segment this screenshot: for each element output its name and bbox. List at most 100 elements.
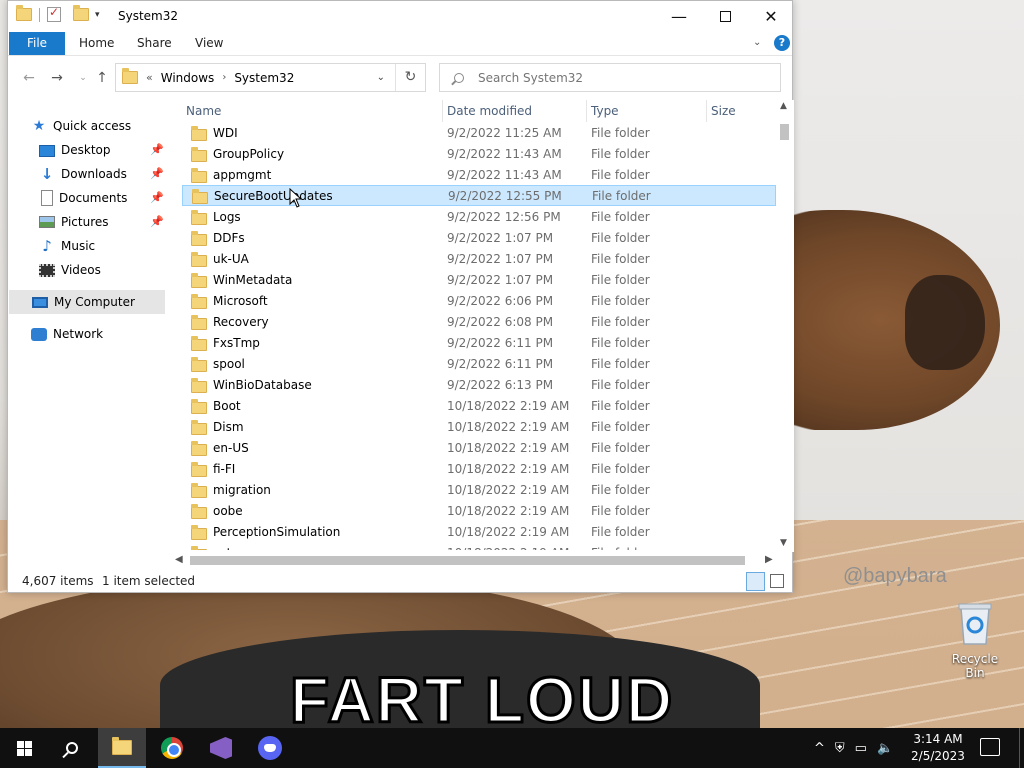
sidebar-item-desktop[interactable]: Desktop 📌 bbox=[39, 138, 164, 162]
window-title: System32 bbox=[118, 9, 179, 23]
sidebar-item-videos[interactable]: Videos bbox=[39, 258, 164, 282]
tab-home[interactable]: Home bbox=[79, 32, 114, 55]
volume-icon[interactable]: 🔈 bbox=[877, 741, 893, 756]
up-button[interactable]: ↑ bbox=[93, 69, 111, 87]
table-row[interactable]: fi-FI 10/18/2022 2:19 AM File folder bbox=[182, 458, 776, 479]
show-desktop-button[interactable] bbox=[1019, 728, 1024, 768]
table-row[interactable]: DDFs 9/2/2022 1:07 PM File folder bbox=[182, 227, 776, 248]
pin-icon[interactable]: 📌 bbox=[150, 191, 164, 204]
column-header-name[interactable]: Name bbox=[186, 104, 221, 118]
tab-view[interactable]: View bbox=[195, 32, 223, 55]
close-icon: ✕ bbox=[764, 7, 778, 26]
expand-ribbon-icon[interactable]: ⌄ bbox=[753, 37, 761, 48]
table-row[interactable]: appmgmt 9/2/2022 11:43 AM File folder bbox=[182, 164, 776, 185]
table-row[interactable]: Dism 10/18/2022 2:19 AM File folder bbox=[182, 416, 776, 437]
search-box[interactable] bbox=[439, 63, 781, 92]
taskbar-search-button[interactable] bbox=[48, 728, 96, 768]
taskbar-discord[interactable] bbox=[246, 728, 294, 768]
tab-file[interactable]: File bbox=[9, 32, 65, 55]
pin-icon[interactable]: 📌 bbox=[150, 143, 164, 156]
file-type: File folder bbox=[591, 125, 650, 140]
close-button[interactable]: ✕ bbox=[748, 1, 794, 32]
table-row[interactable]: Recovery 9/2/2022 6:08 PM File folder bbox=[182, 311, 776, 332]
scrollbar-thumb[interactable] bbox=[780, 124, 789, 140]
table-row[interactable]: en-US 10/18/2022 2:19 AM File folder bbox=[182, 437, 776, 458]
help-button[interactable]: ? bbox=[774, 35, 790, 51]
table-row[interactable]: PerceptionSimulation 10/18/2022 2:19 AM Fi… bbox=[182, 521, 776, 542]
minimize-button[interactable]: — bbox=[656, 1, 702, 32]
table-row[interactable]: Microsoft 9/2/2022 6:06 PM File folder bbox=[182, 290, 776, 311]
table-row[interactable]: spool 9/2/2022 6:11 PM File folder bbox=[182, 353, 776, 374]
table-row[interactable]: Boot 10/18/2022 2:19 AM File folder bbox=[182, 395, 776, 416]
sidebar-item-downloads[interactable]: ↓ Downloads 📌 bbox=[39, 162, 164, 186]
address-bar[interactable]: « Windows › System32 ⌄ ↻ bbox=[115, 63, 426, 92]
show-hidden-icons-icon[interactable]: ^ bbox=[814, 741, 825, 756]
search-input[interactable] bbox=[478, 70, 758, 85]
scroll-right-icon[interactable]: ▶ bbox=[765, 554, 773, 565]
details-view-icon[interactable] bbox=[746, 572, 765, 591]
sidebar-item-network[interactable]: Network bbox=[31, 322, 187, 346]
table-row[interactable]: WinBioDatabase 9/2/2022 6:13 PM File folde… bbox=[182, 374, 776, 395]
scroll-down-icon[interactable]: ▼ bbox=[780, 538, 787, 548]
table-row[interactable]: Logs 9/2/2022 12:56 PM File folder bbox=[182, 206, 776, 227]
back-button[interactable]: ← bbox=[20, 69, 38, 87]
large-icons-view-icon[interactable] bbox=[770, 574, 784, 588]
breadcrumb-overflow[interactable]: « bbox=[146, 71, 153, 84]
scrollbar-thumb[interactable] bbox=[190, 556, 745, 565]
recent-locations-icon[interactable]: ⌄ bbox=[74, 69, 92, 87]
file-date: 10/18/2022 2:19 AM bbox=[447, 398, 570, 413]
table-row[interactable]: GroupPolicy 9/2/2022 11:43 AM File folder bbox=[182, 143, 776, 164]
taskbar-file-explorer[interactable] bbox=[98, 728, 146, 768]
table-row[interactable]: SecureBootUpdates 9/2/2022 12:55 PM File f… bbox=[182, 185, 776, 206]
breadcrumb-windows[interactable]: Windows bbox=[161, 71, 215, 85]
network-tray-icon[interactable]: ▭ bbox=[855, 741, 867, 756]
sidebar-item-pictures[interactable]: Pictures 📌 bbox=[39, 210, 164, 234]
taskbar-chrome[interactable] bbox=[148, 728, 196, 768]
column-divider[interactable] bbox=[442, 100, 443, 122]
notification-icon[interactable] bbox=[980, 738, 1000, 756]
recycle-bin-shortcut[interactable]: Recycle Bin bbox=[942, 600, 1008, 680]
properties-icon[interactable] bbox=[47, 5, 61, 22]
clock[interactable]: 3:14 AM 2/5/2023 bbox=[906, 731, 970, 765]
customize-toolbar-icon[interactable]: ▾ bbox=[95, 10, 100, 20]
table-row[interactable]: FxsTmp 9/2/2022 6:11 PM File folder bbox=[182, 332, 776, 353]
table-row[interactable]: WinMetadata 9/2/2022 1:07 PM File folder bbox=[182, 269, 776, 290]
pin-icon[interactable]: 📌 bbox=[150, 215, 164, 228]
pin-icon[interactable]: 📌 bbox=[150, 167, 164, 180]
column-header-date[interactable]: Date modified bbox=[447, 104, 532, 118]
column-header-size[interactable]: Size bbox=[711, 104, 736, 118]
file-name: Dism bbox=[213, 419, 244, 434]
column-header-type[interactable]: Type bbox=[591, 104, 619, 118]
table-row[interactable]: uk-UA 9/2/2022 1:07 PM File folder bbox=[182, 248, 776, 269]
scroll-up-icon[interactable]: ▲ bbox=[780, 101, 787, 111]
vertical-scrollbar[interactable]: ▲ ▼ bbox=[777, 100, 794, 552]
table-row[interactable]: oobe 10/18/2022 2:19 AM File folder bbox=[182, 500, 776, 521]
file-name: WinMetadata bbox=[213, 272, 293, 287]
maximize-button[interactable] bbox=[702, 1, 748, 32]
sidebar-item-my-computer[interactable]: My Computer bbox=[9, 290, 165, 314]
sidebar-item-quick-access[interactable]: ★ Quick access bbox=[31, 114, 187, 138]
refresh-icon[interactable]: ↻ bbox=[395, 64, 425, 91]
taskbar-visual-studio[interactable] bbox=[197, 728, 245, 768]
tab-share[interactable]: Share bbox=[137, 32, 172, 55]
sidebar-item-label: Documents bbox=[59, 191, 128, 205]
forward-button[interactable]: → bbox=[48, 69, 66, 87]
new-folder-icon[interactable] bbox=[73, 5, 89, 21]
chevron-right-icon[interactable]: › bbox=[222, 72, 226, 83]
start-button[interactable] bbox=[0, 728, 48, 768]
scroll-left-icon[interactable]: ◀ bbox=[175, 554, 183, 565]
sidebar-item-music[interactable]: ♪ Music bbox=[39, 234, 164, 258]
file-type: File folder bbox=[591, 377, 650, 392]
horizontal-scrollbar[interactable]: ◀ ▶ bbox=[173, 552, 778, 569]
chrome-icon bbox=[161, 737, 183, 759]
breadcrumb-system32[interactable]: System32 bbox=[234, 71, 294, 85]
security-icon[interactable]: ⛨ bbox=[835, 741, 845, 756]
chevron-down-icon[interactable]: ⌄ bbox=[377, 72, 385, 83]
column-divider[interactable] bbox=[586, 100, 587, 122]
table-row[interactable]: setup 10/18/2022 2:19 AM File folder bbox=[182, 542, 776, 550]
table-row[interactable]: WDI 9/2/2022 11:25 AM File folder bbox=[182, 122, 776, 143]
title-bar[interactable]: ▾ System32 — ✕ bbox=[8, 1, 792, 32]
table-row[interactable]: migration 10/18/2022 2:19 AM File folder bbox=[182, 479, 776, 500]
column-divider[interactable] bbox=[706, 100, 707, 122]
sidebar-item-documents[interactable]: Documents 📌 bbox=[39, 186, 164, 210]
